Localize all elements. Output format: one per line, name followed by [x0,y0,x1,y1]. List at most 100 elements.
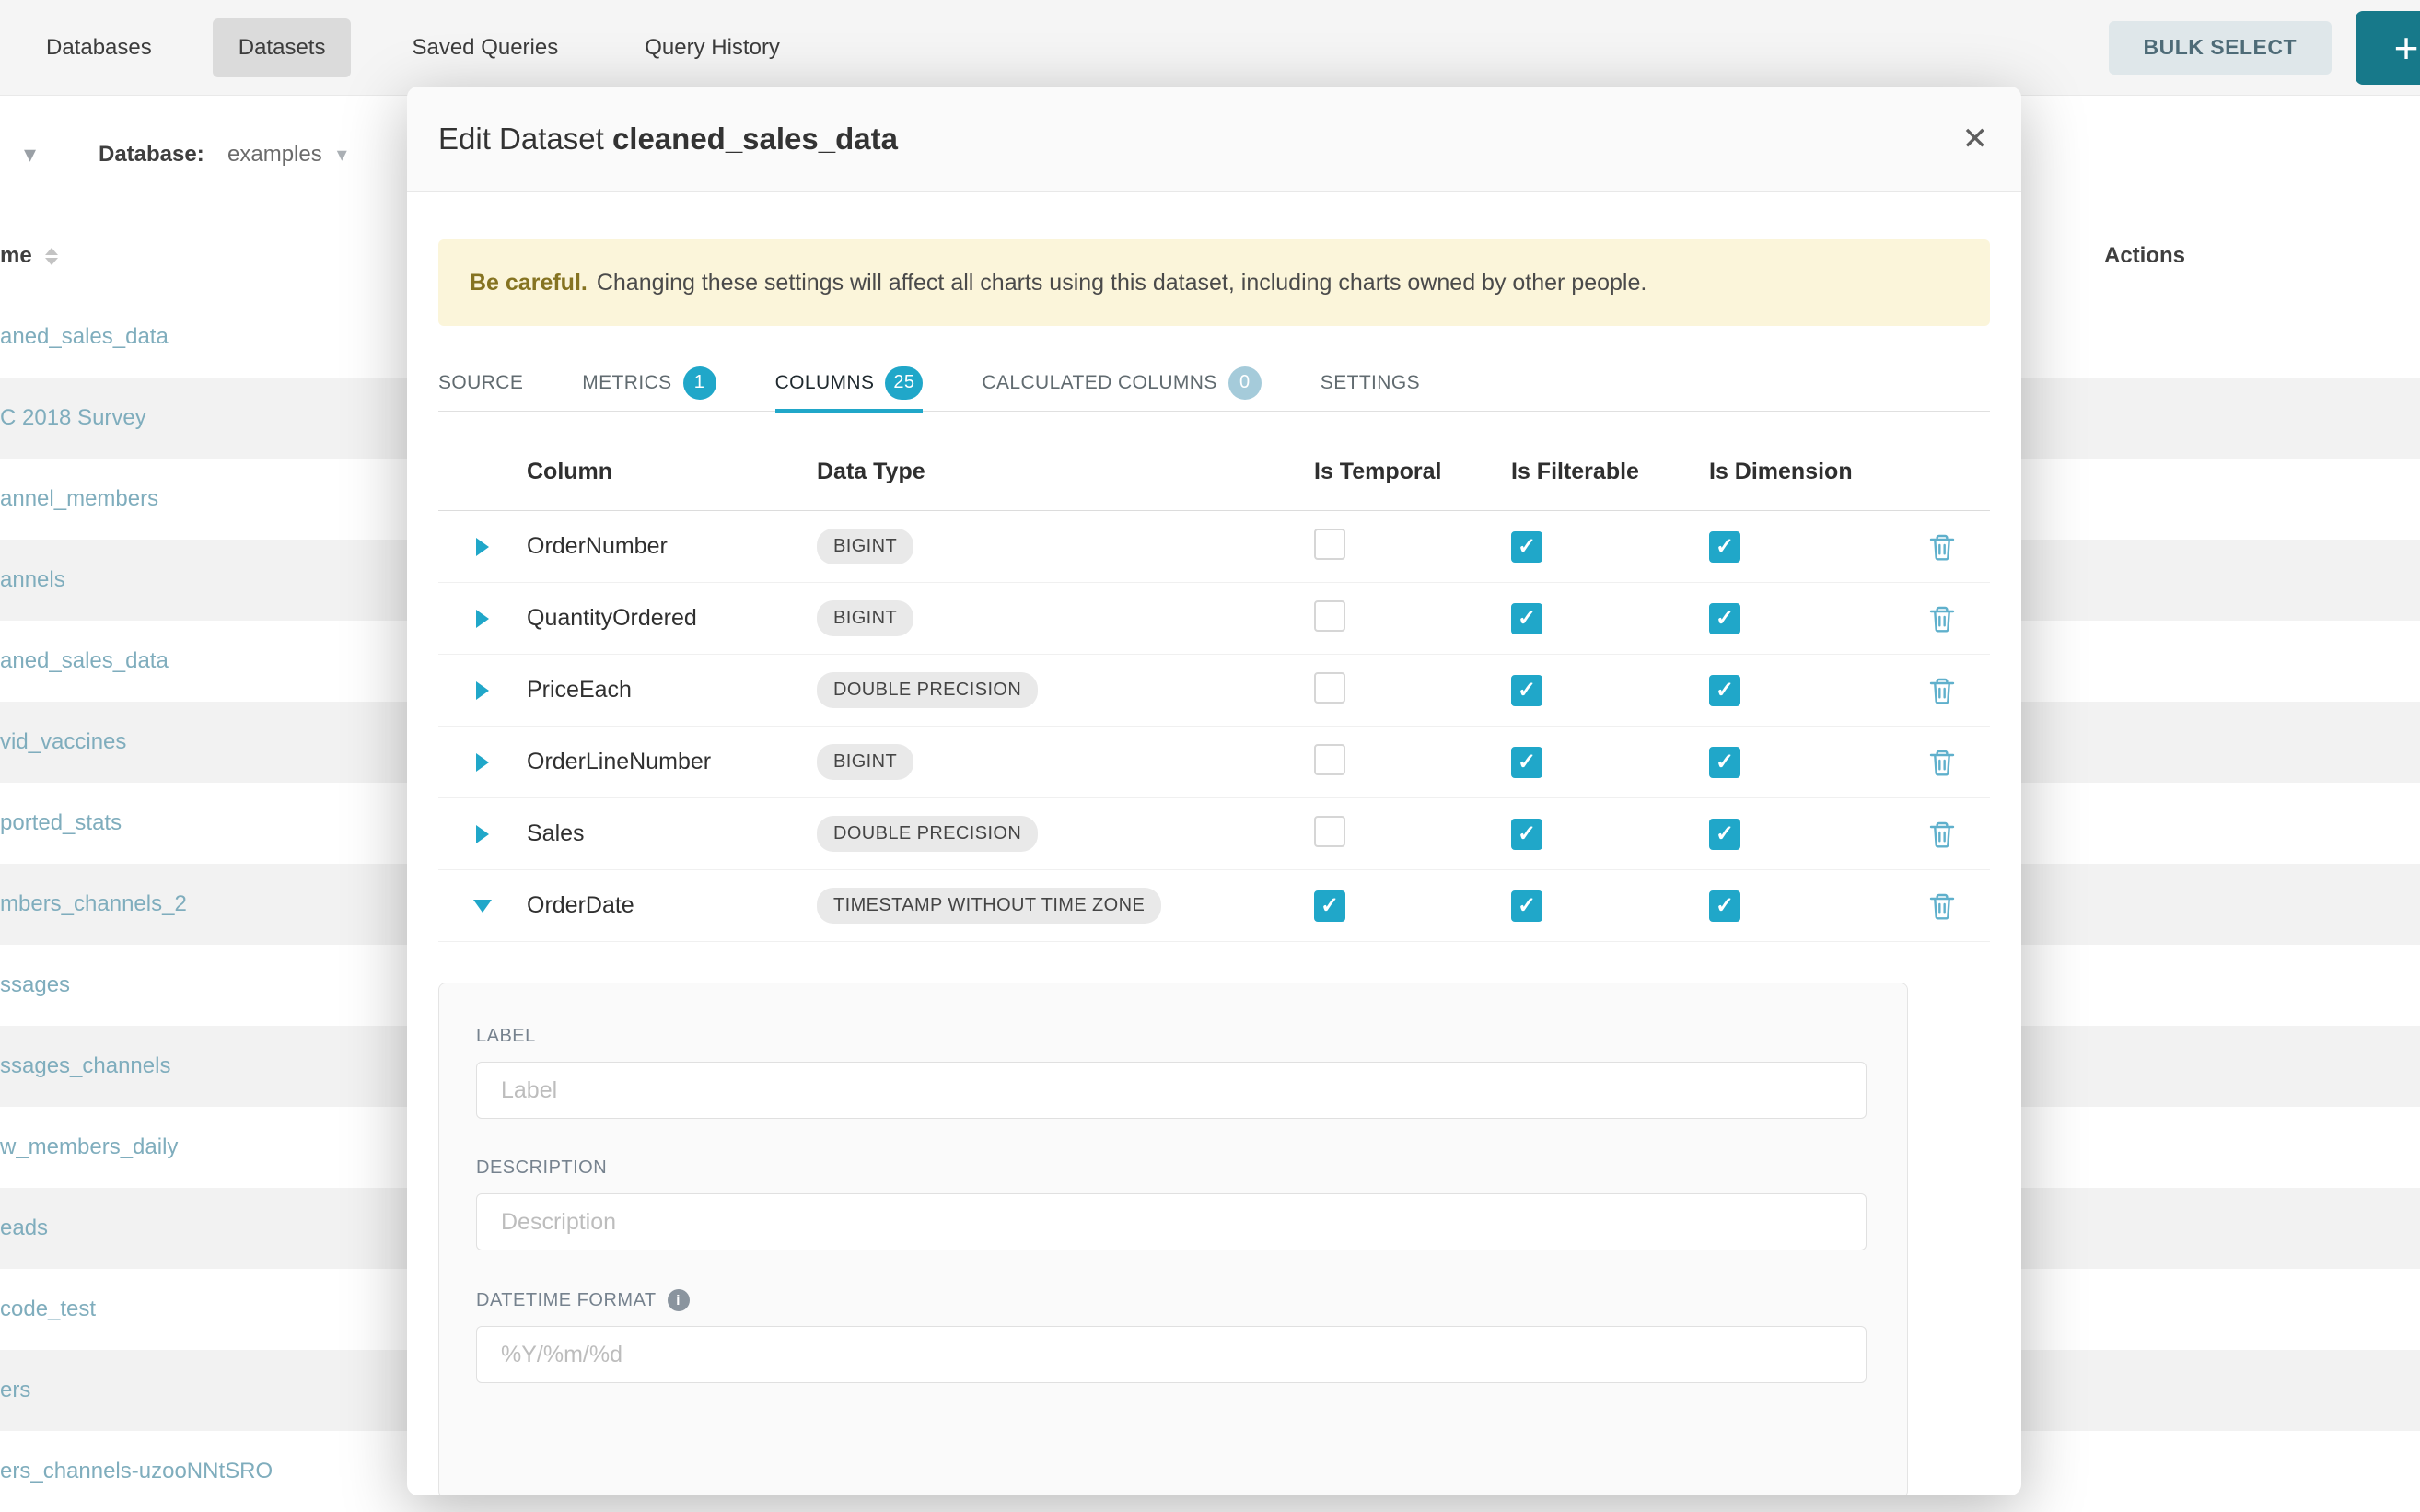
tab-columns[interactable]: COLUMNS25 [775,355,924,412]
nav-item-saved-queries[interactable]: Saved Queries [386,18,584,77]
caret-cell [438,681,527,700]
tab-calculated-columns[interactable]: CALCULATED COLUMNS0 [982,355,1261,412]
column-detail-panel: LABEL DESCRIPTION DATETIME FORMAT i [438,983,1908,1495]
modal-tabs: SOURCE METRICS1 COLUMNS25 CALCULATED COLUMN… [438,355,1990,412]
tab-label: SOURCE [438,372,523,394]
is-dimension-checkbox-cell [1709,603,1893,634]
delete-column-button[interactable] [1893,748,1990,777]
is-filterable-checkbox[interactable] [1511,675,1542,706]
column-name: OrderDate [527,892,817,919]
dataset-link[interactable]: aned_sales_data [0,324,169,350]
dataset-link[interactable]: ers [0,1378,30,1403]
dataset-link[interactable]: C 2018 Survey [0,405,146,431]
info-icon[interactable]: i [668,1289,690,1311]
expand-caret-icon[interactable] [476,681,489,700]
dataset-link[interactable]: annel_members [0,486,158,512]
label-input[interactable] [476,1062,1867,1119]
is-temporal-checkbox[interactable] [1314,816,1345,847]
name-column-header[interactable]: me [0,243,58,269]
datetime-format-field-label: DATETIME FORMAT i [476,1289,1865,1311]
delete-column-button[interactable] [1893,604,1990,634]
is-filterable-checkbox-cell [1511,819,1709,850]
is-filterable-header: Is Filterable [1511,459,1709,485]
expand-caret-icon[interactable] [476,610,489,628]
dataset-link[interactable]: w_members_daily [0,1134,178,1160]
columns-table-header: Column Data Type Is Temporal Is Filterab… [438,434,1990,511]
chevron-down-icon[interactable]: ▾ [24,140,36,169]
description-input[interactable] [476,1193,1867,1250]
dataset-link[interactable]: annels [0,567,65,593]
caret-cell [438,610,527,628]
collapse-caret-icon[interactable] [473,900,492,913]
tab-label: CALCULATED COLUMNS [982,372,1216,394]
is-temporal-checkbox[interactable] [1314,744,1345,775]
is-filterable-checkbox[interactable] [1511,603,1542,634]
is-dimension-checkbox[interactable] [1709,890,1740,922]
data-type-cell: TIMESTAMP WITHOUT TIME ZONE [817,888,1314,924]
nav-tabs: Databases Datasets Saved Queries Query Hist… [20,18,841,77]
close-icon[interactable]: ✕ [1962,123,1989,155]
sort-icon[interactable] [45,248,58,265]
dataset-link[interactable]: ers_channels-uzooNNtSRO [0,1459,273,1484]
datetime-format-input[interactable] [476,1326,1867,1383]
delete-column-button[interactable] [1893,891,1990,921]
dataset-link[interactable]: ssages [0,972,70,998]
tab-metrics[interactable]: METRICS1 [582,355,716,412]
expand-caret-icon[interactable] [476,538,489,556]
data-type-cell: DOUBLE PRECISION [817,672,1314,708]
column-row-quantityordered: QuantityOrderedBIGINT [438,583,1990,655]
is-temporal-header: Is Temporal [1314,459,1511,485]
caret-cell [438,825,527,843]
dataset-link[interactable]: aned_sales_data [0,648,169,674]
data-type-pill: BIGINT [817,744,913,780]
is-filterable-checkbox[interactable] [1511,531,1542,563]
label-field-label: LABEL [476,1026,1865,1047]
description-field-label-text: DESCRIPTION [476,1157,607,1179]
is-temporal-checkbox-cell [1314,890,1511,922]
column-name: OrderNumber [527,533,817,560]
nav-item-query-history[interactable]: Query History [619,18,806,77]
delete-column-button[interactable] [1893,532,1990,562]
is-temporal-checkbox[interactable] [1314,890,1345,922]
is-filterable-checkbox[interactable] [1511,890,1542,922]
is-temporal-checkbox[interactable] [1314,600,1345,632]
is-temporal-checkbox-cell [1314,816,1511,852]
dataset-link[interactable]: vid_vaccines [0,729,126,755]
is-temporal-checkbox[interactable] [1314,529,1345,560]
actions-column-header: Actions [2104,243,2185,269]
database-filter-select[interactable]: examples ▾ [227,142,347,168]
is-dimension-checkbox[interactable] [1709,603,1740,634]
delete-column-button[interactable] [1893,676,1990,705]
is-dimension-checkbox-cell [1709,675,1893,706]
add-dataset-button[interactable]: + [2356,11,2420,85]
bulk-select-button[interactable]: BULK SELECT [2109,21,2333,75]
dataset-link[interactable]: ssages_channels [0,1053,170,1079]
nav-item-datasets[interactable]: Datasets [213,18,352,77]
data-type-pill: DOUBLE PRECISION [817,672,1038,708]
database-filter-label: Database: [99,142,204,168]
delete-column-button[interactable] [1893,820,1990,849]
dataset-link[interactable]: code_test [0,1297,96,1322]
expand-caret-icon[interactable] [476,825,489,843]
dataset-link[interactable]: eads [0,1215,48,1241]
data-type-cell: DOUBLE PRECISION [817,816,1314,852]
warning-banner-text: Changing these settings will affect all … [597,270,1647,297]
nav-item-databases[interactable]: Databases [20,18,178,77]
is-temporal-checkbox[interactable] [1314,672,1345,704]
is-filterable-checkbox[interactable] [1511,819,1542,850]
is-filterable-checkbox[interactable] [1511,747,1542,778]
data-type-cell: BIGINT [817,529,1314,564]
tab-source[interactable]: SOURCE [438,355,523,412]
is-dimension-checkbox[interactable] [1709,819,1740,850]
dataset-link[interactable]: mbers_channels_2 [0,891,187,917]
dataset-link[interactable]: ported_stats [0,810,122,836]
is-dimension-checkbox[interactable] [1709,747,1740,778]
name-column-label: me [0,243,32,269]
top-nav: Databases Datasets Saved Queries Query Hist… [0,0,2420,96]
is-dimension-checkbox[interactable] [1709,675,1740,706]
expand-caret-icon[interactable] [476,753,489,772]
chevron-down-icon: ▾ [337,143,347,167]
is-filterable-checkbox-cell [1511,747,1709,778]
is-dimension-checkbox[interactable] [1709,531,1740,563]
tab-settings[interactable]: SETTINGS [1321,355,1420,412]
